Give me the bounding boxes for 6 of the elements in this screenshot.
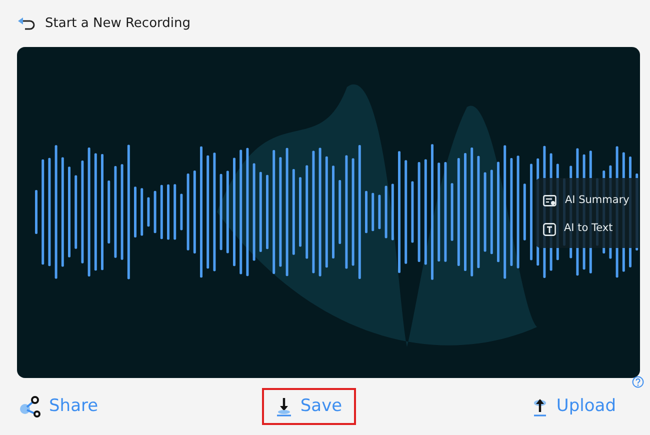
upload-button[interactable]: Upload: [518, 388, 630, 426]
save-button[interactable]: Save: [262, 388, 356, 426]
ai-menu-item[interactable]: AI to Text: [543, 215, 613, 243]
page-title: Start a New Recording: [45, 14, 190, 33]
share-button[interactable]: Share: [17, 388, 100, 426]
ai-menu-item[interactable]: AI Summary: [543, 187, 630, 215]
